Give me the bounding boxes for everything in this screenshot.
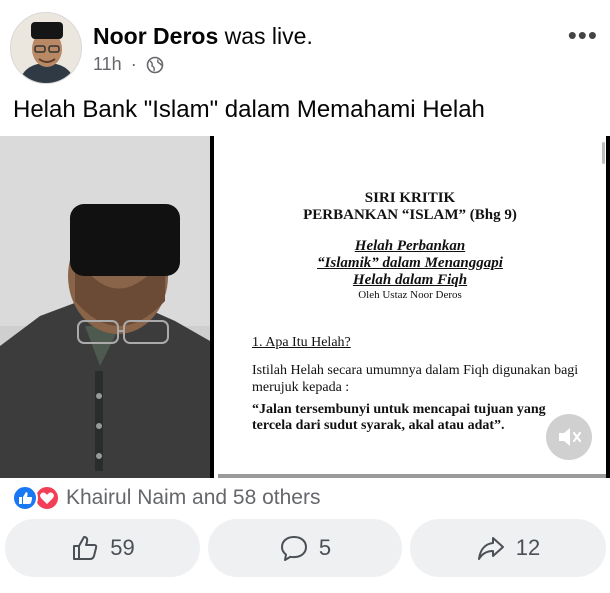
comment-count: 5 — [318, 535, 332, 560]
like-reaction-icon — [12, 485, 38, 511]
post-title-line: Noor Deros was live. — [93, 23, 313, 50]
author-name[interactable]: Noor Deros — [93, 23, 218, 49]
thumbs-up-icon — [73, 536, 98, 560]
live-video[interactable]: SIRI KRITIK PERBANKAN “ISLAM” (Bhg 9) He… — [0, 136, 610, 478]
post-timestamp[interactable]: 11h — [93, 54, 122, 75]
slide-body-text: Istilah Helah secara umumnya dalam Fiqh … — [252, 363, 579, 395]
post-caption: Helah Bank "Islam" dalam Memahami Helah — [13, 96, 485, 123]
slide-bottom-bar — [218, 474, 606, 478]
meta-separator: · — [130, 54, 137, 74]
presenter-video-frame — [0, 136, 210, 478]
slide-quote: “Jalan tersembunyi untuk mencapai tujuan… — [252, 402, 546, 433]
reactions-text: Khairul Naim and 58 others — [66, 486, 321, 509]
slide-title-line1: SIRI KRITIK — [364, 190, 456, 206]
slide-title-line2: PERBANKAN “ISLAM” (Bhg 9) — [303, 207, 517, 223]
slide-byline: Oleh Ustaz Noor Deros — [358, 289, 462, 301]
more-options-icon[interactable]: ••• — [568, 22, 598, 48]
like-count: 59 — [110, 535, 135, 560]
post-header: Noor Deros was live. 11h · ••• — [0, 0, 610, 90]
comment-icon — [280, 536, 307, 561]
slide-subtitle-line3: Helah dalam Fiqh — [352, 272, 468, 288]
reactions-summary[interactable]: Khairul Naim and 58 others — [12, 484, 320, 512]
globe-icon[interactable] — [146, 56, 164, 74]
slide-section-heading: 1. Apa Itu Helah? — [252, 335, 351, 350]
slide-scroll-thumb[interactable] — [602, 142, 605, 164]
share-button[interactable]: 12 — [410, 519, 606, 577]
comment-button[interactable]: 5 — [208, 519, 402, 577]
share-count: 12 — [515, 535, 541, 560]
share-icon — [477, 537, 504, 560]
slide-subtitle-line1: Helah Perbankan — [354, 238, 466, 254]
avatar[interactable] — [10, 12, 82, 84]
mute-icon[interactable] — [546, 414, 592, 460]
post-action-text: was live. — [224, 23, 313, 49]
like-button[interactable]: 59 — [5, 519, 200, 577]
post-meta: 11h · — [93, 54, 164, 75]
slide-subtitle-line2: “Islamik” dalam Menanggapi — [317, 255, 503, 271]
